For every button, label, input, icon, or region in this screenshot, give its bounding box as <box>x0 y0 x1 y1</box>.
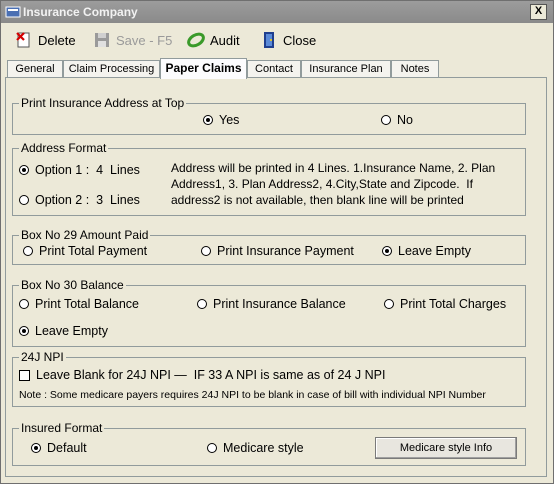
radio-label: Option 2 : 3 Lines <box>35 193 140 207</box>
radio-label: Print Total Balance <box>35 297 139 311</box>
address-format-group: Address Format Option 1 : 4 Lines Option… <box>12 141 526 216</box>
radio-indicator <box>19 326 29 336</box>
radio-indicator <box>203 115 213 125</box>
delete-icon <box>16 32 30 48</box>
description-line: Address will be printed in 4 Lines. 1.In… <box>171 161 496 175</box>
insured-format-title: Insured Format <box>19 421 105 435</box>
box29-title: Box No 29 Amount Paid <box>19 228 151 242</box>
insured-format-group: Insured Format Default Medicare style Me… <box>12 421 526 466</box>
radio-label: Print Insurance Balance <box>213 297 346 311</box>
delete-label: Delete <box>38 32 76 48</box>
paper-claims-panel: Print Insurance Address at Top Yes No Ad… <box>5 77 547 477</box>
box30-group: Box No 30 Balance Print Total Balance Pr… <box>12 278 526 347</box>
box29-leave-empty-radio[interactable]: Leave Empty <box>382 244 471 258</box>
insured-medicare-radio[interactable]: Medicare style <box>207 441 304 455</box>
npi-group: 24J NPI Leave Blank for 24J NPI — IF 33 … <box>12 350 526 407</box>
box29-total-payment-radio[interactable]: Print Total Payment <box>23 244 147 258</box>
npi-leave-blank-checkbox[interactable]: Leave Blank for 24J NPI — IF 33 A NPI is… <box>19 368 385 382</box>
tab-paper-claims[interactable]: Paper Claims <box>160 58 247 79</box>
radio-indicator <box>201 246 211 256</box>
print-address-group: Print Insurance Address at Top Yes No <box>12 96 526 135</box>
save-button[interactable]: Save - F5 <box>93 30 172 50</box>
radio-indicator <box>384 299 394 309</box>
npi-note: Note : Some medicare payers requires 24J… <box>19 389 486 401</box>
toolbar: Delete Save - F5 Audit Close <box>1 24 553 56</box>
audit-label: Audit <box>210 32 240 48</box>
address-format-title: Address Format <box>19 141 109 155</box>
radio-indicator <box>19 165 29 175</box>
box29-insurance-payment-radio[interactable]: Print Insurance Payment <box>201 244 354 258</box>
radio-indicator <box>197 299 207 309</box>
radio-label: Leave Empty <box>398 244 471 258</box>
radio-label: Yes <box>219 113 240 127</box>
title-bar: Insurance Company X <box>1 1 553 23</box>
close-label: Close <box>283 32 317 48</box>
radio-indicator <box>23 246 33 256</box>
radio-indicator <box>31 443 41 453</box>
tab-claim-processing[interactable]: Claim Processing <box>63 60 160 78</box>
radio-label: Print Total Payment <box>39 244 148 258</box>
insurance-company-window: Insurance Company X Delete Save - F5 Aud… <box>0 0 554 484</box>
box30-total-charges-radio[interactable]: Print Total Charges <box>384 297 506 311</box>
radio-label: Print Insurance Payment <box>217 244 354 258</box>
address-option1-radio[interactable]: Option 1 : 4 Lines <box>19 163 140 177</box>
radio-label: Default <box>47 441 87 455</box>
print-address-title: Print Insurance Address at Top <box>19 96 187 110</box>
radio-label: Option 1 : 4 Lines <box>35 163 140 177</box>
window-title: Insurance Company <box>23 5 138 19</box>
description-line: address2 is not available, then blank li… <box>171 193 464 207</box>
address-option2-radio[interactable]: Option 2 : 3 Lines <box>19 193 140 207</box>
radio-label: Print Total Charges <box>400 297 507 311</box>
checkbox-indicator <box>19 369 30 381</box>
checkbox-label: Leave Blank for 24J NPI — IF 33 A NPI is… <box>36 368 386 382</box>
tab-insurance-plan[interactable]: Insurance Plan <box>301 60 391 78</box>
door-exit-icon <box>264 32 274 48</box>
box30-leave-empty-radio[interactable]: Leave Empty <box>19 324 108 338</box>
app-icon <box>5 6 21 18</box>
box30-total-balance-radio[interactable]: Print Total Balance <box>19 297 139 311</box>
paperclip-icon <box>187 32 205 48</box>
description-line: Address1, 3. Plan Address2, 4.City,State… <box>171 177 473 191</box>
medicare-style-info-button[interactable]: Medicare style Info <box>375 437 517 459</box>
delete-button[interactable]: Delete <box>15 30 76 50</box>
radio-indicator <box>207 443 217 453</box>
radio-label: Medicare style <box>223 441 304 455</box>
radio-label: Leave Empty <box>35 324 108 338</box>
print-address-no-radio[interactable]: No <box>381 113 413 127</box>
radio-indicator <box>19 299 29 309</box>
npi-title: 24J NPI <box>19 350 66 364</box>
insured-default-radio[interactable]: Default <box>31 441 87 455</box>
tab-general[interactable]: General <box>7 60 63 78</box>
save-label: Save - F5 <box>116 32 173 48</box>
radio-indicator <box>381 115 391 125</box>
radio-indicator <box>19 195 29 205</box>
radio-indicator <box>382 246 392 256</box>
tab-notes[interactable]: Notes <box>391 60 439 78</box>
audit-button[interactable]: Audit <box>187 30 240 50</box>
save-icon <box>95 33 109 47</box>
box30-title: Box No 30 Balance <box>19 278 126 292</box>
window-close-button[interactable]: X <box>530 4 547 20</box>
radio-label: No <box>397 113 413 127</box>
print-address-yes-radio[interactable]: Yes <box>203 113 239 127</box>
address-format-description: Address will be printed in 4 Lines. 1.In… <box>171 160 521 208</box>
box29-group: Box No 29 Amount Paid Print Total Paymen… <box>12 228 526 265</box>
tab-contact[interactable]: Contact <box>247 60 301 78</box>
box30-insurance-balance-radio[interactable]: Print Insurance Balance <box>197 297 346 311</box>
close-button[interactable]: Close <box>260 30 316 50</box>
